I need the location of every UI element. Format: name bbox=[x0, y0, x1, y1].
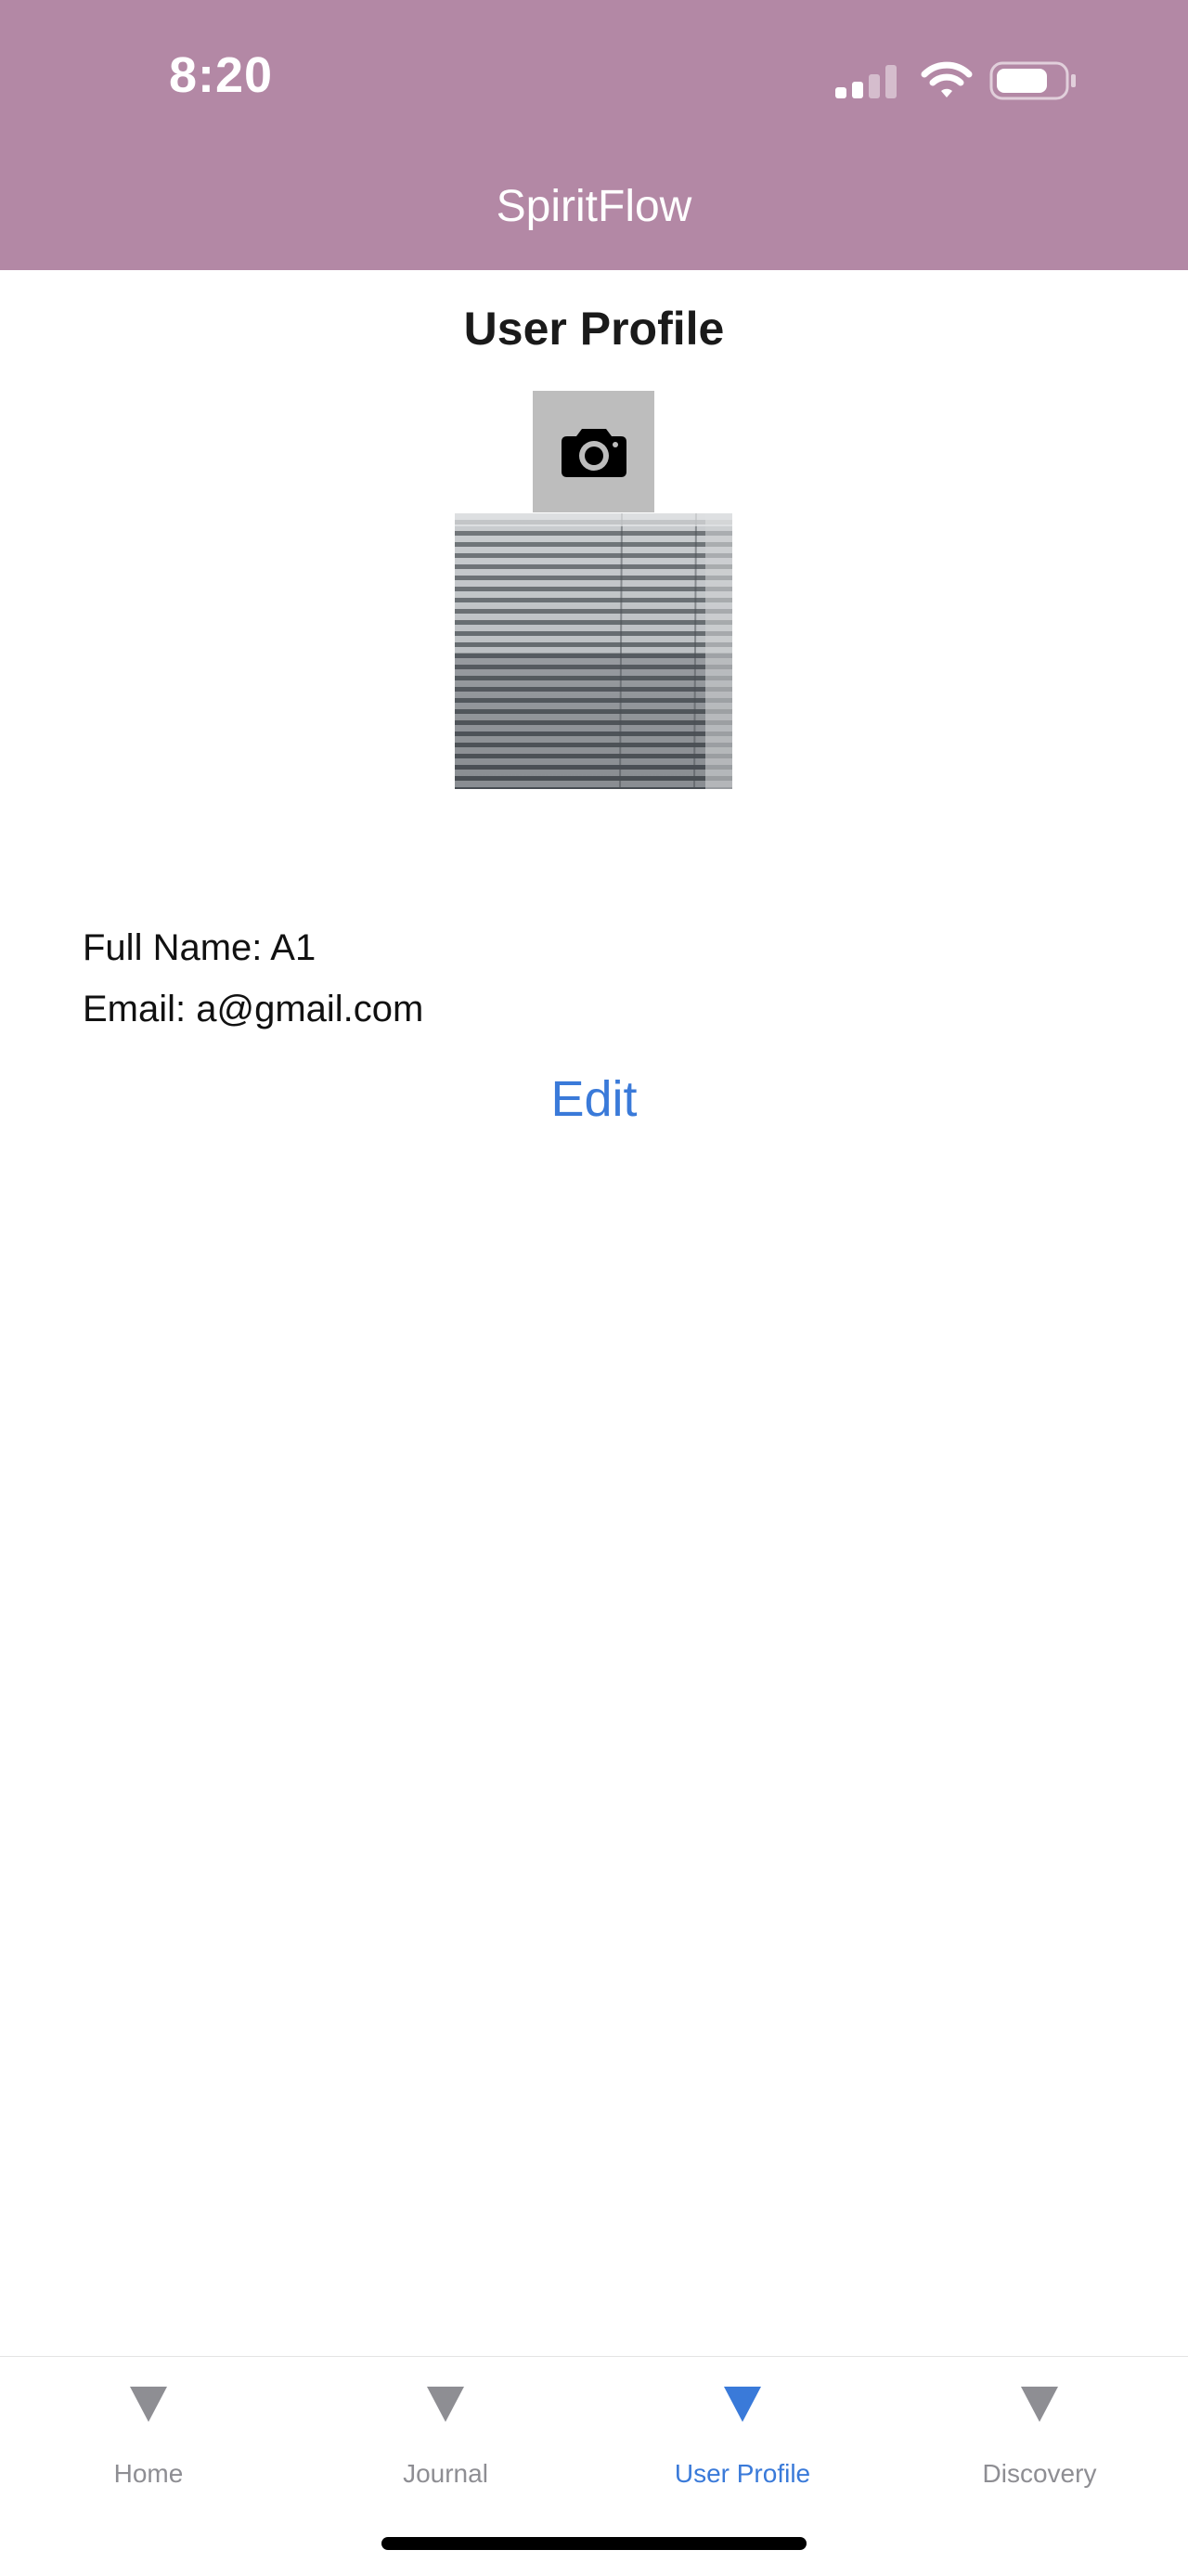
camera-icon bbox=[561, 428, 626, 477]
tab-label: Discovery bbox=[982, 2459, 1097, 2488]
home-indicator[interactable] bbox=[381, 2537, 807, 2550]
tab-label: Journal bbox=[403, 2459, 488, 2488]
tab-home[interactable]: Home bbox=[0, 2357, 297, 2496]
profile-photo bbox=[455, 513, 732, 789]
wifi-icon bbox=[921, 61, 973, 97]
tab-user-profile[interactable]: User Profile bbox=[594, 2357, 891, 2496]
app-title: SpiritFlow bbox=[496, 182, 692, 231]
full-name-text: Full Name: A1 bbox=[83, 927, 316, 968]
email-text: Email: a@gmail.com bbox=[83, 989, 424, 1029]
triangle-down-icon bbox=[1021, 2387, 1058, 2422]
battery-icon bbox=[989, 61, 1076, 100]
triangle-down-icon bbox=[130, 2387, 167, 2422]
camera-button[interactable] bbox=[533, 391, 654, 512]
status-time: 8:20 bbox=[169, 47, 274, 103]
edit-button[interactable]: Edit bbox=[0, 1070, 1188, 1128]
tab-journal[interactable]: Journal bbox=[297, 2357, 594, 2496]
tab-discovery[interactable]: Discovery bbox=[891, 2357, 1188, 2496]
triangle-down-icon bbox=[427, 2387, 464, 2422]
cellular-signal-icon bbox=[835, 65, 897, 98]
page-title: User Profile bbox=[463, 303, 725, 355]
app-header: 8:20 SpiritFlow bbox=[0, 0, 1188, 270]
tab-label: Home bbox=[113, 2459, 184, 2488]
triangle-down-icon bbox=[724, 2387, 761, 2422]
tab-label: User Profile bbox=[674, 2459, 811, 2488]
status-icons bbox=[833, 58, 1084, 102]
